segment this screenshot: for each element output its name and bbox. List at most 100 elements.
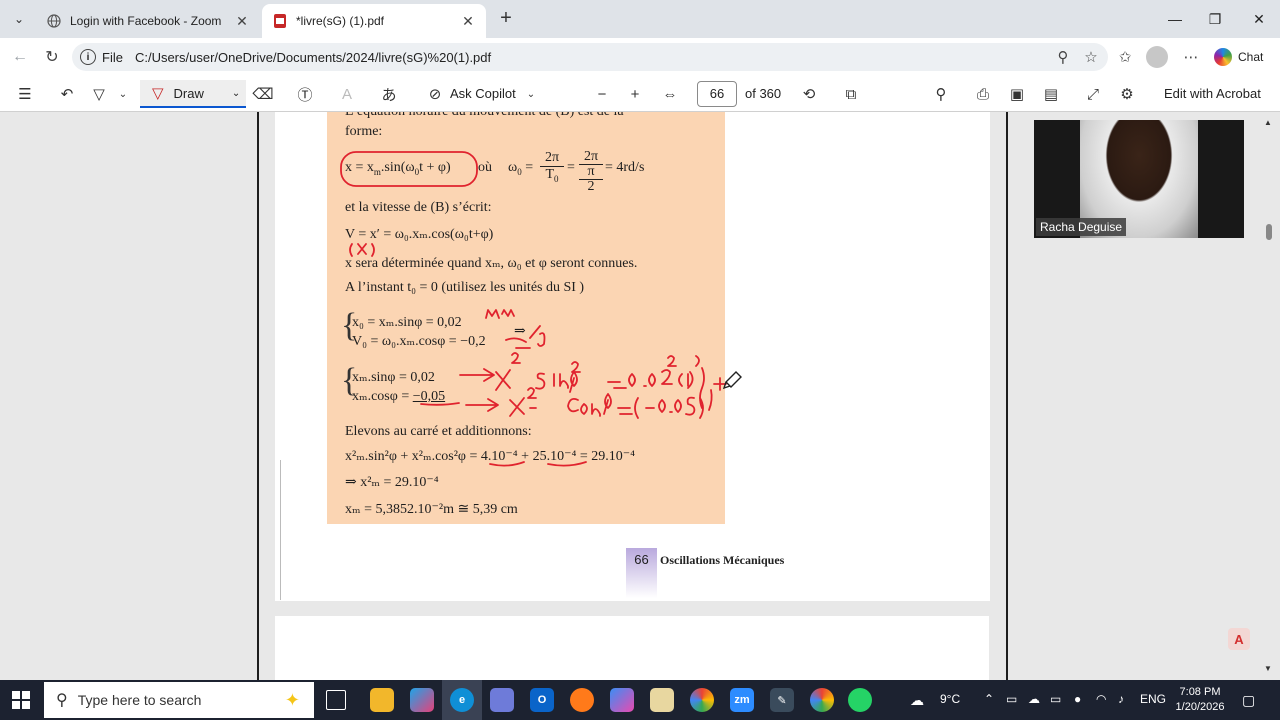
restore-icon[interactable]: ❐ xyxy=(1200,8,1230,30)
pdf-viewer[interactable]: L’équation horaire du mouvement de (B) e… xyxy=(0,112,1280,680)
text-line: où xyxy=(478,160,492,175)
url-text: C:/Users/user/OneDrive/Documents/2024/li… xyxy=(134,49,492,65)
onedrive-icon[interactable]: ☁ xyxy=(1028,692,1040,706)
print-icon[interactable]: ⎙ xyxy=(972,83,994,105)
draw-button[interactable]: ▽ Draw ⌄ xyxy=(140,80,246,108)
close-tab-icon[interactable]: ✕ xyxy=(234,13,250,30)
address-input[interactable]: i File C:/Users/user/OneDrive/Documents/… xyxy=(72,43,1108,71)
pdf-icon xyxy=(272,13,288,29)
task-view-icon[interactable] xyxy=(326,690,346,710)
battery-icon[interactable]: ▭ xyxy=(1050,692,1061,706)
participant-name: Racha Deguise xyxy=(1036,218,1127,236)
chrome-profile-icon[interactable] xyxy=(810,688,834,712)
windows-start-icon[interactable] xyxy=(12,691,30,709)
wifi-icon[interactable]: ◠ xyxy=(1096,692,1106,706)
scroll-up-icon[interactable]: ▲ xyxy=(1264,118,1272,127)
taskbar: ⚲ Type here to search ✦ e O zm ✎ ☁ 9°C ⌃… xyxy=(0,680,1280,720)
zoom-app-icon[interactable]: zm xyxy=(730,688,754,712)
store-icon[interactable] xyxy=(490,688,514,712)
zoom-out-icon[interactable]: − xyxy=(591,83,613,105)
back-arrow-icon[interactable]: ← xyxy=(8,46,32,68)
volume-icon[interactable]: ♪ xyxy=(1118,692,1124,706)
zoom-icon[interactable]: ⚲ xyxy=(1052,47,1074,67)
ask-copilot-button[interactable]: Ask Copilot xyxy=(450,86,516,101)
chat-button[interactable]: Chat xyxy=(1214,46,1263,68)
clock-date: 1/20/2026 xyxy=(1175,701,1225,713)
address-bar-row: ← ↻ i File C:/Users/user/OneDrive/Docume… xyxy=(0,38,1280,76)
save-as-icon[interactable]: ▤ xyxy=(1040,83,1062,105)
tab-title: *livre(sG) (1).pdf xyxy=(296,14,385,28)
zoom-in-icon[interactable]: + xyxy=(624,83,646,105)
pdf-next-page xyxy=(275,616,989,680)
search-icon[interactable]: ⚲ xyxy=(930,83,952,105)
chevron-down-icon[interactable]: ⌄ xyxy=(112,83,134,105)
tab-zoom-login[interactable]: Login with Facebook - Zoom ✕ xyxy=(36,4,260,38)
firefox-icon[interactable] xyxy=(570,688,594,712)
page-number-input[interactable]: 66 xyxy=(697,81,737,107)
translate-icon[interactable]: あ xyxy=(378,83,400,105)
video-thumbnail[interactable]: Racha Deguise xyxy=(1034,120,1244,238)
fullscreen-icon[interactable]: ⤢ xyxy=(1082,83,1104,105)
tab-strip: ⌄ Login with Facebook - Zoom ✕ *livre(sG… xyxy=(0,0,1280,38)
weather-temp[interactable]: 9°C xyxy=(940,692,960,706)
edit-with-acrobat-button[interactable]: Edit with Acrobat xyxy=(1164,86,1261,101)
highlight-icon[interactable]: ▽ xyxy=(88,83,110,105)
fit-width-icon[interactable]: ⇔ xyxy=(659,83,681,105)
text-line: xₘ = 5,3852.10⁻²m ≅ 5,39 cm xyxy=(345,502,518,517)
chrome-icon[interactable] xyxy=(690,688,714,712)
minimize-icon[interactable]: — xyxy=(1160,8,1190,30)
info-icon[interactable]: i xyxy=(80,49,96,65)
notepad-icon[interactable] xyxy=(650,688,674,712)
outlook-icon[interactable]: O xyxy=(530,688,554,712)
equation-displacement: x = xm.sin(ω0t + φ) xyxy=(345,160,451,177)
notifications-icon[interactable]: ▢ xyxy=(1242,692,1255,709)
copilot-app-icon[interactable] xyxy=(410,688,434,712)
sparkle-icon: ✦ xyxy=(284,690,300,710)
scrollbar-thumb[interactable] xyxy=(1266,224,1272,240)
chevron-down-icon[interactable]: ⌄ xyxy=(520,83,542,105)
tab-actions-menu-icon[interactable]: ⌄ xyxy=(6,6,32,32)
page-view-icon[interactable]: ⧉ xyxy=(840,83,862,105)
copilot-icon xyxy=(1214,48,1232,66)
contents-list-icon[interactable]: ☰ xyxy=(14,83,36,105)
favorites-icon[interactable]: ✩ xyxy=(1114,47,1136,67)
text-line: et la vitesse de (B) s’écrit: xyxy=(345,200,492,215)
save-icon[interactable]: ▣ xyxy=(1006,83,1028,105)
chapter-title: Oscillations Mécaniques xyxy=(660,553,785,567)
microphone-icon[interactable]: ● xyxy=(1074,692,1081,706)
favorite-star-icon[interactable]: ☆ xyxy=(1080,47,1102,67)
scroll-down-icon[interactable]: ▼ xyxy=(1264,664,1272,673)
whatsapp-icon[interactable] xyxy=(848,688,872,712)
profile-avatar[interactable] xyxy=(1146,46,1168,68)
page-total: of 360 xyxy=(745,86,782,101)
search-placeholder: Type here to search xyxy=(77,692,202,708)
search-icon: ⚲ xyxy=(56,692,68,709)
text-box-icon[interactable]: Ⓣ xyxy=(294,83,316,105)
screen: ⌄ Login with Facebook - Zoom ✕ *livre(sG… xyxy=(0,0,1280,720)
acrobat-icon[interactable]: A xyxy=(1228,628,1250,650)
more-options-icon[interactable]: ⋯ xyxy=(1180,47,1202,67)
new-tab-button[interactable]: + xyxy=(494,8,518,30)
reload-icon[interactable]: ↻ xyxy=(40,46,64,68)
close-window-icon[interactable]: ✕ xyxy=(1244,8,1274,30)
undo-icon[interactable]: ↶ xyxy=(56,83,78,105)
meet-icon[interactable]: ▭ xyxy=(1006,692,1017,706)
file-explorer-icon[interactable] xyxy=(370,688,394,712)
clock[interactable]: 7:08 PM 1/20/2026 xyxy=(1172,685,1228,715)
weather-icon[interactable]: ☁ xyxy=(910,692,924,709)
read-aloud-icon[interactable]: A xyxy=(336,83,358,105)
paint-icon[interactable]: ✎ xyxy=(770,688,794,712)
rotate-icon[interactable]: ⟲ xyxy=(798,83,820,105)
text-line: xₘ.cosφ = −0,05 xyxy=(352,388,445,405)
language-indicator[interactable]: ENG xyxy=(1140,692,1166,706)
tab-pdf[interactable]: *livre(sG) (1).pdf ✕ xyxy=(262,4,486,38)
close-tab-icon[interactable]: ✕ xyxy=(460,13,476,30)
ask-copilot-icon[interactable]: ⊘ xyxy=(424,83,446,105)
edge-icon[interactable]: e xyxy=(450,688,474,712)
show-hidden-icons-icon[interactable]: ⌃ xyxy=(984,692,994,706)
m365-icon[interactable] xyxy=(610,688,634,712)
text-line: ⇒ x²ₘ = 29.10⁻⁴ xyxy=(345,475,439,490)
gear-icon[interactable]: ⚙ xyxy=(1116,83,1138,105)
eraser-icon[interactable]: ⌫ xyxy=(252,83,274,105)
taskbar-search-input[interactable]: ⚲ Type here to search ✦ xyxy=(44,682,314,718)
